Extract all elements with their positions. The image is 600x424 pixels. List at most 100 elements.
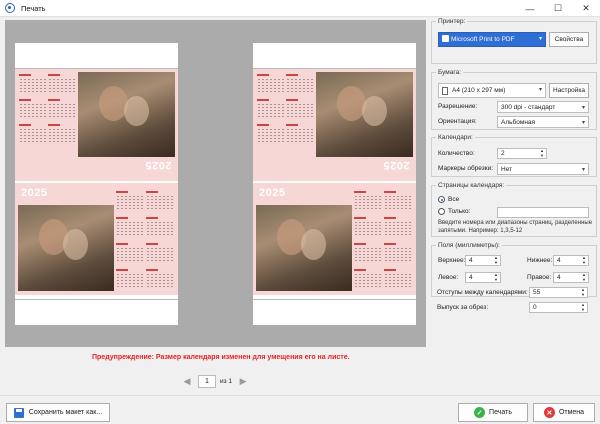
- only-pages-label: Только:: [448, 208, 471, 215]
- month-grid: [146, 269, 174, 289]
- margin-bottom-label: Нижнее:: [527, 257, 553, 264]
- printer-properties-button[interactable]: Свойства: [549, 32, 589, 47]
- prev-page-button[interactable]: ◀: [180, 374, 194, 388]
- margin-bottom-stepper[interactable]: 4 ▲ ▼: [553, 255, 589, 266]
- orientation-label: Ориентация:: [438, 118, 477, 125]
- page-number-input[interactable]: 1: [198, 374, 216, 388]
- cancel-button[interactable]: ✕ Отмена: [533, 403, 595, 422]
- minimize-button[interactable]: —: [516, 0, 544, 17]
- trim-line: [15, 299, 178, 300]
- resolution-select[interactable]: 300 dpi - стандарт ▾: [497, 101, 589, 113]
- chevron-down-icon: ▾: [581, 105, 585, 111]
- chevron-down-icon: ▾: [581, 120, 585, 126]
- margin-bottom-row: Нижнее:: [527, 257, 552, 264]
- month-grid: [48, 74, 76, 94]
- page-range-input[interactable]: [497, 207, 589, 218]
- resize-warning: Предупреждение: Размер календаря изменен…: [92, 354, 350, 361]
- month-grid: [19, 99, 47, 119]
- maximize-button[interactable]: ☐: [544, 0, 572, 17]
- chevron-down-icon: ▾: [538, 87, 542, 93]
- calendar-panel: 2025: [253, 183, 416, 295]
- pages-legend: Страницы календаря:: [436, 182, 507, 189]
- stepper-arrows-icon[interactable]: ▲ ▼: [494, 272, 498, 282]
- month-grid: [257, 74, 285, 94]
- window-title: Печать: [21, 3, 46, 13]
- paper-icon: [442, 86, 448, 95]
- paper-size-value: A4 (210 x 297 мм): [452, 87, 506, 94]
- markers-row: Маркеры обрезки:: [438, 165, 493, 172]
- next-page-button[interactable]: ▶: [236, 374, 250, 388]
- month-grid: [116, 269, 144, 289]
- paper-size-select[interactable]: A4 (210 x 297 мм) ▾: [438, 83, 546, 98]
- dialog-footer: Сохранить макет как... ✓ Печать ✕ Отмена: [0, 395, 600, 424]
- margin-left-row: Левое:: [438, 274, 458, 281]
- save-icon: [13, 407, 24, 418]
- month-grid: [146, 243, 174, 263]
- bleed-stepper[interactable]: 0 ▲ ▼: [529, 302, 588, 313]
- stepper-arrows-icon[interactable]: ▲ ▼: [582, 272, 586, 282]
- settings-panel: Принтер: Microsoft Print to PDF ▾ Свойст…: [431, 17, 600, 395]
- printer-group: Принтер: Microsoft Print to PDF ▾ Свойст…: [431, 18, 597, 64]
- pages-all-option[interactable]: Все: [438, 196, 459, 203]
- bleed-value: 0: [533, 304, 537, 311]
- printer-select[interactable]: Microsoft Print to PDF ▾: [438, 32, 546, 47]
- chevron-down-icon: ▾: [538, 36, 542, 42]
- month-grid: [354, 269, 382, 289]
- stepper-arrows-icon[interactable]: ▲ ▼: [581, 287, 585, 297]
- all-pages-label: Все: [448, 196, 460, 203]
- paper-legend: Бумага:: [436, 69, 464, 76]
- spacing-label: Отступы между календарями:: [437, 289, 528, 296]
- month-grid: [354, 217, 382, 237]
- pages-only-option[interactable]: Только:: [438, 208, 470, 215]
- month-grid: [146, 217, 174, 237]
- count-stepper[interactable]: 2 ▲ ▼: [497, 148, 547, 159]
- stepper-arrows-icon[interactable]: ▲ ▼: [494, 255, 498, 265]
- margin-right-stepper[interactable]: 4 ▲ ▼: [553, 272, 589, 283]
- cancel-label: Отмена: [558, 409, 585, 416]
- page-range-hint: Введите номера или диапазоны страниц, ра…: [438, 220, 593, 234]
- resolution-value: 300 dpi - стандарт: [501, 103, 556, 111]
- calendar-panel: 2025: [253, 69, 416, 181]
- year-label: 2025: [21, 187, 48, 199]
- month-grid: [257, 99, 285, 119]
- markers-select[interactable]: Нет ▾: [497, 163, 589, 175]
- preview-sheet-right: 2025 2025: [253, 43, 416, 325]
- margin-left-label: Левое:: [438, 274, 459, 281]
- resolution-row: Разрешение:: [438, 103, 477, 110]
- chevron-down-icon: ▾: [581, 167, 585, 173]
- margin-right-value: 4: [557, 274, 561, 281]
- page-total: из 1: [220, 377, 233, 385]
- spacing-stepper[interactable]: 55 ▲ ▼: [529, 287, 588, 298]
- margin-top-stepper[interactable]: 4 ▲ ▼: [465, 255, 501, 266]
- stepper-arrows-icon[interactable]: ▲ ▼: [582, 255, 586, 265]
- stepper-arrows-icon[interactable]: ▲ ▼: [581, 302, 585, 312]
- orientation-select[interactable]: Альбомная ▾: [497, 116, 589, 128]
- margin-top-value: 4: [469, 257, 473, 264]
- month-grid: [116, 243, 144, 263]
- paper-setup-button[interactable]: Настройка: [549, 83, 589, 98]
- month-grid: [286, 74, 314, 94]
- month-grid: [286, 124, 314, 144]
- month-grid: [384, 217, 412, 237]
- month-grid: [384, 243, 412, 263]
- print-button[interactable]: ✓ Печать: [458, 403, 528, 422]
- count-label: Количество:: [438, 150, 475, 157]
- year-label: 2025: [145, 159, 172, 171]
- margin-left-stepper[interactable]: 4 ▲ ▼: [465, 272, 501, 283]
- month-grid: [286, 99, 314, 119]
- year-label: 2025: [259, 187, 286, 199]
- month-grid: [19, 74, 47, 94]
- all-pages-radio[interactable]: [438, 196, 445, 203]
- month-grid: [384, 191, 412, 211]
- save-layout-button[interactable]: Сохранить макет как...: [6, 403, 110, 422]
- margin-right-label: Правое:: [527, 274, 552, 281]
- page-navigator: ◀ 1 из 1 ▶: [180, 374, 250, 388]
- only-pages-radio[interactable]: [438, 208, 445, 215]
- margin-right-row: Правое:: [527, 274, 551, 281]
- orientation-value: Альбомная: [501, 118, 536, 126]
- close-button[interactable]: ✕: [572, 0, 600, 17]
- spacing-row: Отступы между календарями:: [437, 289, 528, 296]
- stepper-arrows-icon[interactable]: ▲ ▼: [540, 148, 544, 158]
- month-grid: [384, 269, 412, 289]
- count-value: 2: [501, 150, 505, 157]
